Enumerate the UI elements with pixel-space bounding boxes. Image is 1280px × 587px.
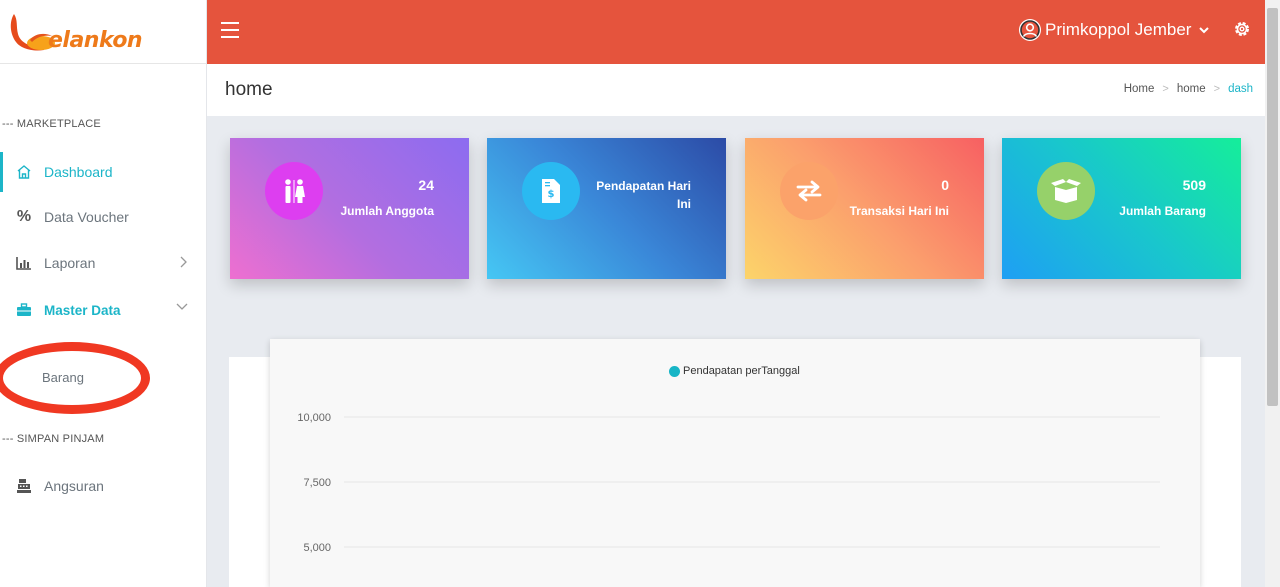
home-icon (16, 164, 32, 180)
stat-card-pendapatan-hari-ini[interactable]: $ Pendapatan Hari Ini (487, 138, 726, 279)
sidebar-item-label: Dashboard (44, 164, 113, 180)
people-icon (265, 162, 323, 220)
breadcrumb-link[interactable]: home (1177, 83, 1206, 95)
sidebar-item-dashboard[interactable]: Dashboard (0, 152, 206, 192)
sidebar-item-master-data[interactable]: Master Data (0, 290, 206, 330)
page-header: home Home > home > dash (207, 64, 1265, 116)
sidebar-item-laporan[interactable]: Laporan (0, 243, 206, 283)
sidebar-item-label: Laporan (44, 255, 96, 271)
breadcrumb-separator-icon: > (1213, 83, 1221, 95)
settings-gear-icon[interactable] (1232, 19, 1252, 39)
bar-chart-icon (16, 255, 32, 271)
highlight-annotation (0, 342, 150, 414)
page-title: home (225, 79, 273, 100)
stat-label: Pendapatan Hari Ini (596, 179, 691, 211)
stat-label: Transaksi Hari Ini (849, 204, 949, 218)
breadcrumb-current: dash (1228, 83, 1253, 95)
section-label-simpan-pinjam: --- SIMPAN PINJAM (2, 433, 105, 445)
section-label-marketplace: --- MARKETPLACE (2, 118, 101, 130)
stat-card-jumlah-anggota[interactable]: 24 Jumlah Anggota (230, 138, 469, 279)
y-tick-label: 10,000 (297, 412, 331, 424)
stat-value: 509 (1182, 177, 1206, 193)
revenue-chart: Pendapatan perTanggal 10,000 7,500 5,000 (270, 339, 1200, 587)
stat-value: 0 (941, 177, 949, 193)
user-name: Primkoppol Jember (1045, 20, 1192, 39)
box-icon (1037, 162, 1095, 220)
briefcase-icon (16, 302, 32, 318)
sidebar-item-label: Angsuran (44, 478, 104, 494)
stat-value: 24 (418, 177, 434, 193)
breadcrumb-link[interactable]: Home (1124, 83, 1155, 95)
sidebar-item-angsuran[interactable]: Angsuran (0, 466, 206, 506)
stat-card-jumlah-barang[interactable]: 509 Jumlah Barang (1002, 138, 1241, 279)
user-menu[interactable]: Primkoppol Jember (1018, 18, 1211, 42)
svg-text:$: $ (548, 189, 555, 200)
stat-card-transaksi-hari-ini[interactable]: 0 Transaksi Hari Ini (745, 138, 984, 279)
menu-toggle-icon[interactable] (221, 22, 239, 43)
y-tick-label: 5,000 (303, 542, 331, 554)
sidebar-item-data-voucher[interactable]: % Data Voucher (0, 197, 206, 237)
exchange-icon (780, 162, 838, 220)
breadcrumb-separator-icon: > (1162, 83, 1169, 95)
scrollbar-thumb[interactable] (1267, 8, 1278, 406)
sidebar-item-label: Master Data (44, 302, 121, 318)
y-tick-label: 7,500 (303, 477, 331, 489)
sidebar-item-label: Data Voucher (44, 209, 129, 225)
caret-down-icon (1199, 27, 1210, 34)
stat-label: Jumlah Barang (1119, 204, 1206, 218)
sidebar: elankon --- MARKETPLACE Dashboard % Data… (0, 0, 207, 587)
cash-register-icon (16, 478, 32, 494)
user-avatar-icon (1019, 19, 1041, 41)
chevron-down-icon (176, 303, 188, 310)
chart-plot: 10,000 7,500 5,000 (297, 412, 1160, 554)
logo-text: elankon (48, 28, 143, 53)
percent-icon: % (16, 208, 32, 225)
stat-label: Jumlah Anggota (340, 204, 434, 218)
invoice-icon: $ (522, 162, 580, 220)
breadcrumb: Home > home > dash (1124, 83, 1253, 95)
topbar: Primkoppol Jember (207, 0, 1265, 64)
logo[interactable]: elankon (0, 0, 206, 64)
chevron-right-icon (180, 256, 187, 268)
